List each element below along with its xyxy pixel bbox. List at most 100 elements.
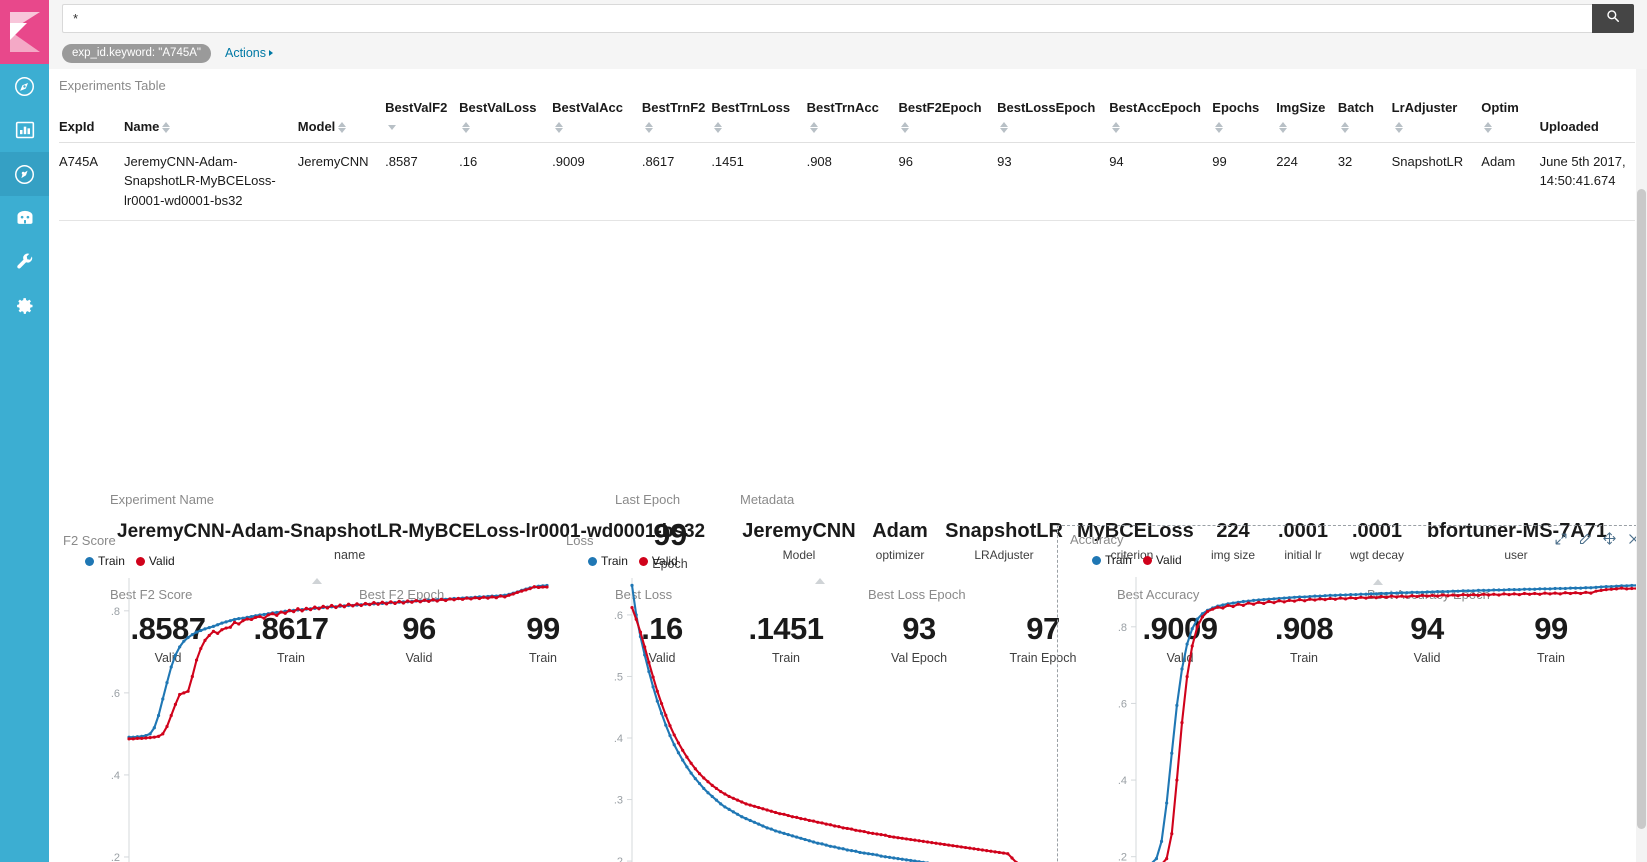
expand-icon[interactable]	[1555, 533, 1567, 545]
metadata-label: Metadata	[740, 492, 795, 508]
table-header-bestlossepoch[interactable]: BestLossEpoch	[997, 99, 1110, 143]
sort-toggle-icon[interactable]	[338, 121, 347, 134]
legend-item-valid[interactable]: Valid	[135, 554, 175, 568]
table-header-label: BestF2Epoch	[898, 100, 982, 115]
page-scrollbar-thumb[interactable]	[1637, 189, 1646, 829]
table-header-bestvalacc[interactable]: BestValAcc	[552, 99, 642, 143]
legend-dot-valid-icon	[1142, 555, 1152, 565]
kibana-logo[interactable]	[0, 0, 49, 64]
page-scrollbar-track[interactable]	[1636, 69, 1647, 862]
chart-panel-f2-score[interactable]: F2 Score Train Valid .2 .4 .6 .8	[51, 527, 551, 862]
table-cell-optim: Adam	[1481, 142, 1540, 222]
sort-toggle-icon[interactable]	[1279, 121, 1288, 134]
table-header-bestf2epoch[interactable]: BestF2Epoch	[898, 99, 998, 143]
sidebar-item-timelion[interactable]	[0, 196, 49, 240]
sort-toggle-icon[interactable]	[714, 121, 723, 134]
table-cell-besttrnacc: .908	[806, 142, 899, 222]
sort-toggle-icon[interactable]	[162, 121, 171, 134]
svg-text:.5: .5	[614, 671, 623, 683]
chart-legend-loss: Train Valid	[554, 548, 1054, 568]
table-header-optim[interactable]: Optim	[1481, 99, 1540, 143]
legend-dot-train-icon	[588, 556, 597, 566]
move-icon[interactable]	[1603, 532, 1616, 545]
bar-chart-icon	[15, 120, 35, 140]
sort-toggle-icon[interactable]	[809, 121, 819, 134]
table-header-bestvalloss[interactable]: BestValLoss	[459, 99, 553, 143]
sort-toggle-icon[interactable]	[462, 121, 471, 134]
legend-item-train[interactable]: Train	[588, 554, 628, 568]
timelion-icon	[15, 208, 35, 228]
sidebar-item-discover[interactable]	[0, 64, 49, 108]
search-input[interactable]	[62, 4, 1592, 33]
sort-toggle-icon[interactable]	[901, 121, 910, 134]
table-header-label: ImgSize	[1276, 100, 1326, 115]
svg-text:.8: .8	[1118, 622, 1127, 634]
table-cell-batch: 32	[1337, 142, 1392, 222]
sort-toggle-icon[interactable]	[388, 121, 397, 134]
sort-toggle-icon[interactable]	[1394, 121, 1404, 134]
search-icon	[1606, 9, 1620, 28]
sort-toggle-icon[interactable]	[1112, 121, 1121, 134]
table-header-besttrnacc[interactable]: BestTrnAcc	[806, 99, 899, 143]
chart-canvas-accuracy[interactable]: .2 .4 .6 .8	[1058, 567, 1646, 862]
legend-item-valid[interactable]: Valid	[638, 554, 678, 568]
table-row[interactable]: A745A JeremyCNN-Adam-SnapshotLR-MyBCELoss…	[59, 142, 1635, 222]
sidebar-item-management[interactable]	[0, 284, 49, 328]
search-submit-button[interactable]	[1592, 4, 1634, 33]
sidebar-item-dev-tools[interactable]	[0, 240, 49, 284]
dashboard-icon	[14, 164, 35, 185]
table-header-label: BestTrnAcc	[806, 100, 879, 115]
sort-toggle-icon[interactable]	[1484, 121, 1493, 134]
table-header-besttrnloss[interactable]: BestTrnLoss	[711, 99, 807, 143]
table-header-besttrnf2[interactable]: BestTrnF2	[641, 99, 712, 143]
kibana-dashboard-app: exp_id.keyword: "A745A" Actions Experime…	[0, 0, 1647, 862]
legend-label-train: Train	[1105, 553, 1132, 567]
svg-text:.6: .6	[614, 610, 623, 622]
last-epoch-label: Last Epoch	[615, 492, 681, 508]
filter-pill-exp-id[interactable]: exp_id.keyword: "A745A"	[62, 43, 211, 63]
table-cell-besttrnloss: .1451	[711, 142, 807, 222]
table-header-label: BestTrnF2	[641, 100, 706, 115]
legend-item-train[interactable]: Train	[85, 554, 125, 568]
sort-toggle-icon[interactable]	[1000, 121, 1009, 134]
sort-toggle-icon[interactable]	[1340, 121, 1350, 134]
svg-text:.2: .2	[1118, 852, 1127, 862]
kibana-logo-mark	[9, 12, 40, 52]
table-header-batch[interactable]: Batch	[1337, 99, 1392, 143]
table-header-bestvalf2[interactable]: BestValF2	[385, 99, 460, 143]
sort-toggle-icon[interactable]	[555, 121, 564, 134]
sidebar-item-dashboard[interactable]	[0, 152, 49, 196]
filter-actions-menu[interactable]: Actions	[225, 46, 273, 60]
svg-text:.4: .4	[1118, 775, 1127, 787]
svg-text:.2: .2	[111, 852, 120, 862]
table-cell-bestvalloss: .16	[459, 142, 553, 222]
table-body: A745A JeremyCNN-Adam-SnapshotLR-MyBCELoss…	[59, 142, 1635, 222]
chart-canvas-f2-score[interactable]: .2 .4 .6 .8	[51, 568, 551, 862]
table-header-imgsize[interactable]: ImgSize	[1276, 99, 1338, 143]
table-header-expid[interactable]: ExpId	[59, 99, 124, 143]
table-header-epochs[interactable]: Epochs	[1212, 99, 1277, 143]
panel-controls-accuracy	[1555, 532, 1640, 545]
sort-toggle-icon[interactable]	[644, 121, 654, 134]
chart-panel-accuracy[interactable]: Accuracy Train Valid .2 .4 .6 .8	[1057, 525, 1647, 862]
table-header-bestaccepoch[interactable]: BestAccEpoch	[1109, 99, 1213, 143]
table-header-name[interactable]: Name	[124, 99, 298, 143]
table-header-uploaded[interactable]: Uploaded	[1539, 99, 1635, 143]
legend-item-valid[interactable]: Valid	[1142, 553, 1182, 567]
table-header-model[interactable]: Model	[297, 99, 386, 143]
chart-title-f2-score: F2 Score	[63, 533, 116, 548]
legend-label-train: Train	[601, 554, 628, 568]
table-header-label: Uploaded	[1539, 118, 1599, 134]
svg-text:.8: .8	[111, 606, 120, 618]
legend-label-valid: Valid	[1155, 553, 1182, 567]
edit-icon[interactable]	[1579, 533, 1591, 545]
chart-panel-loss[interactable]: Loss Train Valid .2 .3 .4 .5 .6	[554, 527, 1054, 862]
legend-item-train[interactable]: Train	[1092, 553, 1132, 567]
sidebar-item-visualize[interactable]	[0, 108, 49, 152]
table-header-label: Name	[124, 118, 160, 134]
table-header-lradjuster[interactable]: LrAdjuster	[1391, 99, 1482, 143]
sort-toggle-icon[interactable]	[1215, 121, 1224, 134]
chart-canvas-loss[interactable]: .2 .3 .4 .5 .6	[554, 568, 1054, 862]
chart-title-loss: Loss	[566, 533, 594, 548]
experiments-table: ExpId Name Model BestValF2 BestValLoss BestVa…	[59, 99, 1635, 222]
